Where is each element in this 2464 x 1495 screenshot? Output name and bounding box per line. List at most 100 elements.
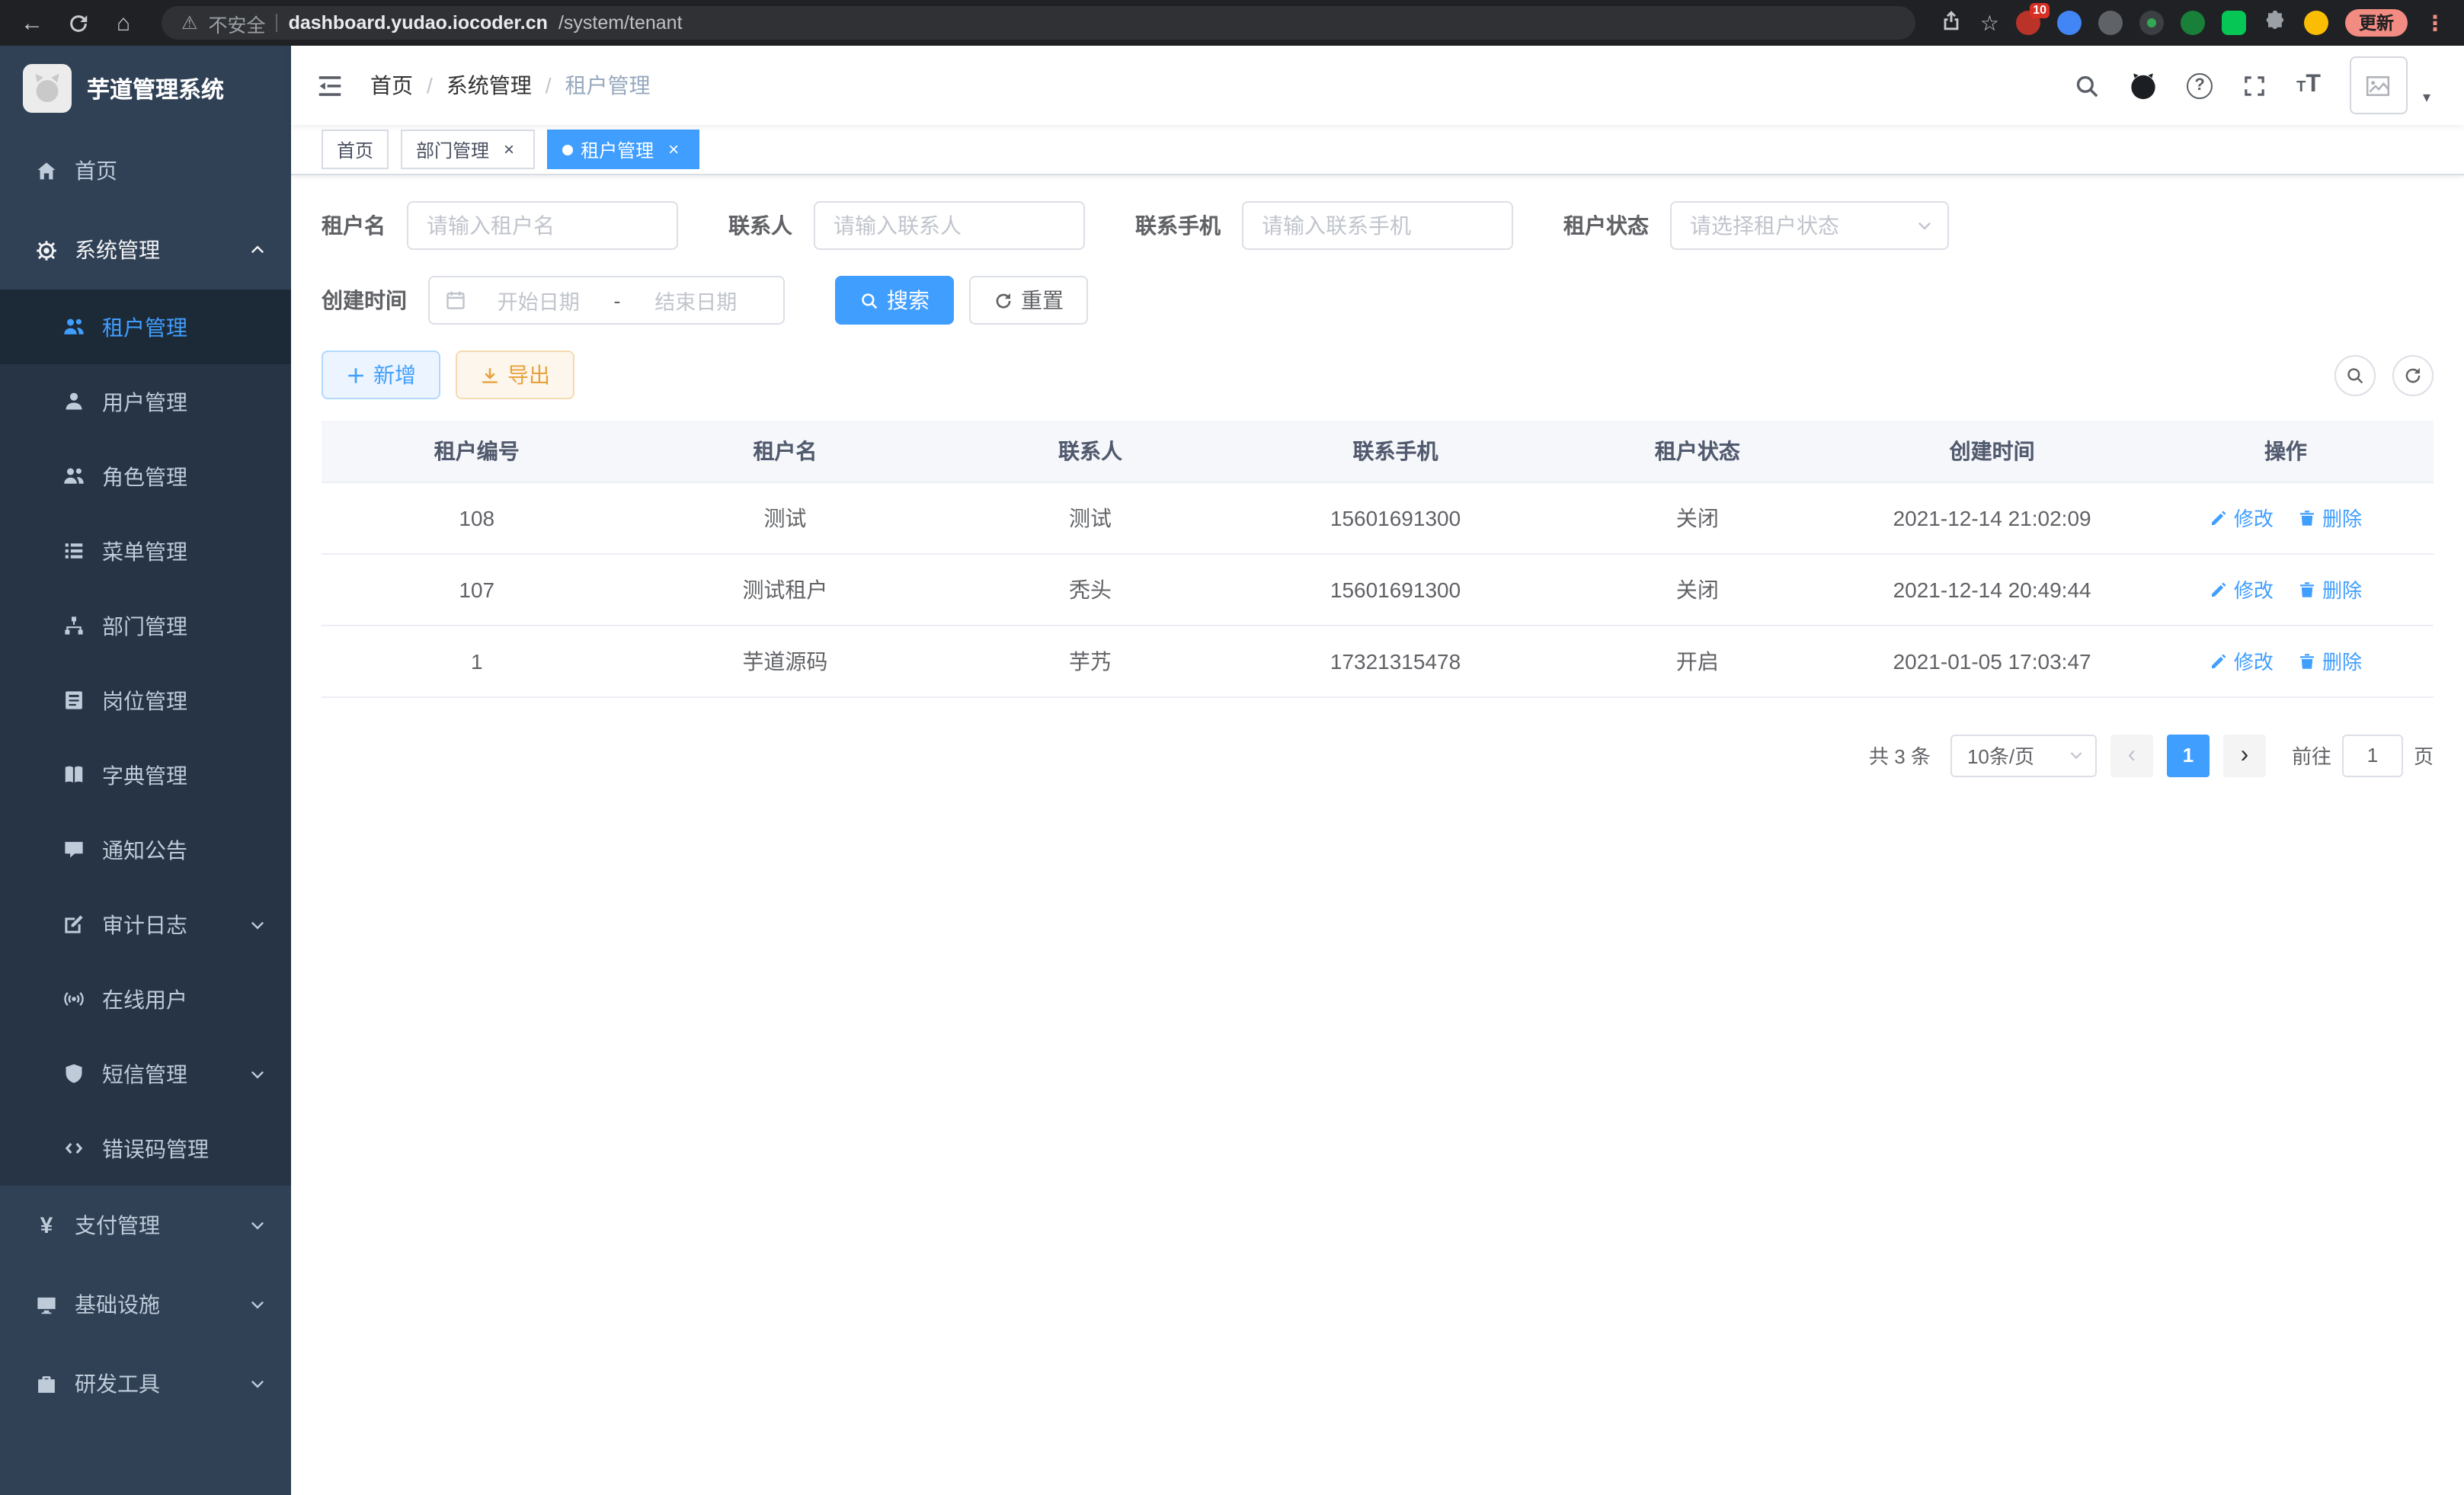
status-select[interactable]: 请选择租户状态 [1670,201,1949,250]
tab-label: 租户管理 [581,136,654,162]
sidebar-collapse-icon[interactable] [315,71,344,100]
sidebar-item-system[interactable]: 系统管理 [0,210,291,290]
sidebar-item-label: 菜单管理 [102,536,187,566]
extension-badge: 10 [2030,3,2050,18]
logo-image [23,64,72,113]
status-label: 租户状态 [1563,210,1649,241]
extension-icon-3[interactable] [2098,11,2123,35]
sidebar-item-dev-tools[interactable]: 研发工具 [0,1344,291,1423]
edit-button[interactable]: 修改 [2210,575,2274,603]
browser-back-icon[interactable]: ← [18,9,46,37]
edit-button[interactable]: 修改 [2210,646,2274,675]
chrome-update-button[interactable]: 更新 [2345,9,2408,37]
col-phone: 联系手机 [1243,421,1549,482]
next-page-button[interactable]: › [2223,734,2266,776]
sidebar-item-audit-log[interactable]: 审计日志 [0,887,291,962]
date-range-picker[interactable]: 开始日期 - 结束日期 [428,276,785,325]
font-size-icon[interactable]: TT [2296,72,2321,99]
sidebar-item-menu[interactable]: 菜单管理 [0,514,291,588]
cell-tenant-id: 108 [322,482,632,553]
delete-button[interactable]: 删除 [2298,646,2362,675]
toggle-search-button[interactable] [2334,354,2376,395]
sidebar-item-sms[interactable]: 短信管理 [0,1036,291,1111]
tab-home[interactable]: 首页 [322,130,389,169]
browser-profile-avatar[interactable] [2304,11,2328,35]
contact-input[interactable] [814,201,1085,250]
page-size-select[interactable]: 10条/页 [1950,734,2097,776]
sidebar-item-error-code[interactable]: 错误码管理 [0,1111,291,1186]
breadcrumb: 首页 / 系统管理 / 租户管理 [370,70,651,101]
sidebar-item-infrastructure[interactable]: 基础设施 [0,1265,291,1344]
tenant-name-input[interactable] [407,201,678,250]
sidebar: 芋道管理系统 首页 系统管理 租户管理 用户管理 [0,46,291,1495]
browser-menu-icon[interactable]: ⋮ [2424,10,2446,36]
cell-contact: 测试 [938,482,1242,553]
extensions-puzzle-icon[interactable] [2263,8,2287,37]
extension-icon-1[interactable]: 10 [2016,11,2040,35]
sidebar-item-user[interactable]: 用户管理 [0,364,291,439]
tab-tenant[interactable]: 租户管理 × [547,130,699,169]
col-actions: 操作 [2138,421,2434,482]
sidebar-item-role[interactable]: 角色管理 [0,439,291,514]
extension-icon-5[interactable] [2181,11,2205,35]
page-number-button[interactable]: 1 [2167,734,2210,776]
user-avatar[interactable] [2350,56,2408,114]
security-label[interactable]: 不安全 [209,8,266,37]
edit-label: 修改 [2234,646,2274,675]
url-bar[interactable]: ⚠ 不安全 dashboard.yudao.iocoder.cn/system/… [162,6,1916,40]
extension-icon-2[interactable] [2057,11,2082,35]
font-size-small: T [2296,79,2306,96]
sidebar-item-tenant[interactable]: 租户管理 [0,290,291,364]
header-search-icon[interactable] [2074,72,2100,98]
url-path: /system/tenant [558,12,683,34]
breadcrumb-system[interactable]: 系统管理 [446,70,532,101]
edit-button[interactable]: 修改 [2210,503,2274,532]
fullscreen-icon[interactable] [2242,72,2267,98]
omnibox-divider [277,14,278,32]
menu-list-icon [62,539,85,562]
tab-close-icon[interactable]: × [498,139,520,160]
add-button[interactable]: 新增 [322,351,440,399]
delete-button[interactable]: 删除 [2298,575,2362,603]
sidebar-item-label: 角色管理 [102,461,187,491]
reset-button[interactable]: 重置 [969,276,1088,325]
active-tab-dot [562,144,573,155]
code-icon [62,1137,85,1160]
tab-close-icon[interactable]: × [663,139,684,160]
github-icon[interactable] [2129,71,2158,100]
tab-label: 部门管理 [416,136,489,162]
browser-home-icon[interactable]: ⌂ [110,9,137,37]
sidebar-item-post[interactable]: 岗位管理 [0,663,291,738]
cell-actions: 修改删除 [2138,625,2434,696]
edit-label: 修改 [2234,503,2274,532]
search-button[interactable]: 搜索 [835,276,954,325]
goto-page-input[interactable] [2342,734,2403,776]
export-button[interactable]: 导出 [456,351,574,399]
phone-input[interactable] [1242,201,1513,250]
sidebar-item-label: 基础设施 [75,1289,160,1320]
sidebar-logo[interactable]: 芋道管理系统 [0,46,291,131]
avatar-caret-icon[interactable]: ▾ [2423,90,2430,114]
sidebar-item-dept[interactable]: 部门管理 [0,588,291,663]
sidebar-item-label: 错误码管理 [102,1133,209,1164]
sidebar-item-home[interactable]: 首页 [0,131,291,210]
tags-view: 首页 部门管理 × 租户管理 × [291,125,2464,175]
extension-icon-4[interactable] [2139,11,2164,35]
bookmark-star-icon[interactable]: ☆ [1980,10,1999,36]
breadcrumb-home[interactable]: 首页 [370,70,413,101]
prev-page-button[interactable]: ‹ [2110,734,2153,776]
sidebar-item-notice[interactable]: 通知公告 [0,812,291,887]
pencil-icon [2210,580,2228,598]
sidebar-item-payment[interactable]: ¥ 支付管理 [0,1186,291,1265]
edit-label: 修改 [2234,575,2274,603]
delete-button[interactable]: 删除 [2298,503,2362,532]
sidebar-item-dict[interactable]: 字典管理 [0,738,291,812]
refresh-icon [2403,365,2423,385]
help-icon[interactable]: ? [2187,72,2213,98]
browser-refresh-icon[interactable] [64,9,91,37]
share-icon[interactable] [1941,9,1963,37]
extension-icon-6[interactable] [2222,11,2246,35]
sidebar-item-online-users[interactable]: 在线用户 [0,962,291,1036]
tab-dept[interactable]: 部门管理 × [401,130,535,169]
refresh-table-button[interactable] [2392,354,2434,395]
